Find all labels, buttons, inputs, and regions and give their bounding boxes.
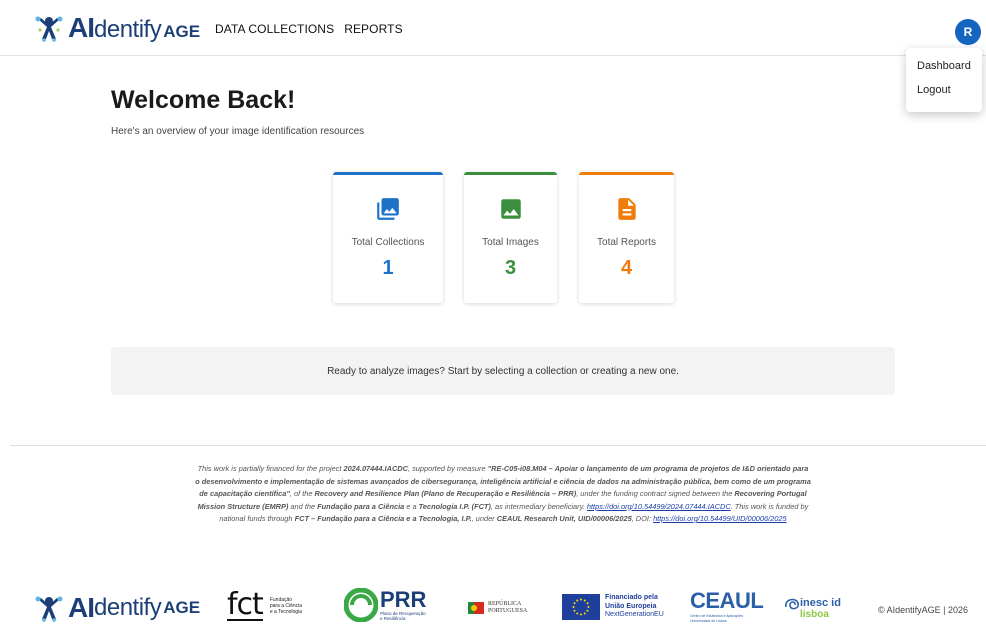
stat-card-collections[interactable]: Total Collections 1 [333,172,443,303]
stat-label: Total Reports [597,237,656,248]
funding-notice: This work is partially financed for the … [195,464,811,523]
stat-card-images[interactable]: Total Images 3 [464,172,557,303]
portugal-flag-icon [468,602,484,614]
page-title: Welcome Back! [111,86,296,114]
logo-ai-text: AI [68,12,95,43]
logo-age-text: AGE [163,22,201,41]
top-app-bar: AI dentify AGE DATA COLLECTIONS REPORTS … [0,0,986,56]
logo-dentify-text: dentify [94,594,162,621]
info-banner: Ready to analyze images? Start by select… [111,347,895,395]
collections-icon [374,195,402,223]
logo-ai-text: AI [68,592,95,623]
stat-value: 1 [382,257,394,279]
fct-logo-text: fct [227,587,264,622]
report-icon [613,195,641,223]
copyright-text: © AIdentifyAGE | 2026 [878,605,969,615]
stat-value: 3 [504,257,517,279]
user-menu: Dashboard Logout [906,48,982,112]
page-subtitle: Here's an overview of your image identif… [111,126,365,137]
ceaul-logo-text: CEAUL [690,588,764,613]
aidentifyage-logo[interactable]: AI dentify AGE [34,11,200,45]
footer-divider [10,445,986,446]
partner-logos: AI dentify AGE fct Fundação para a Ciênc… [0,586,986,628]
prr-logo-text: PRR [380,587,427,612]
doi-link-ceaul[interactable]: https://doi.org/10.54499/UID/00006/2025 [653,514,787,523]
stat-value: 4 [620,257,633,279]
fct-logo: fct Fundação para a Ciência e a Tecnolog… [227,587,303,622]
stat-label: Total Images [482,237,539,248]
logo-dentify-text: dentify [94,16,162,43]
eu-funding-logo: Financiado pela União Europeia NextGener… [562,594,664,620]
nav-reports[interactable]: REPORTS [344,22,403,36]
logo-figure-icon [34,13,64,43]
prr-emblem-icon [344,588,378,622]
inesc-id-logo: inesc id lisboa [782,590,841,620]
footer-aidentifyage-logo: AI dentify AGE [34,592,200,624]
doi-link-project[interactable]: https://doi.org/10.54499/2024.07444.IACD… [587,502,731,511]
stat-card-reports[interactable]: Total Reports 4 [579,172,674,303]
menu-item-logout[interactable]: Logout [906,78,982,102]
image-icon [497,195,525,223]
menu-item-dashboard[interactable]: Dashboard [906,54,982,78]
ceaul-logo: CEAUL Centro de Estatística e Aplicações… [690,588,764,623]
inesc-swirl-icon [785,598,800,610]
stat-label: Total Collections [351,237,425,248]
user-avatar-button[interactable]: R [955,19,981,45]
republica-portuguesa-logo: REPÚBLICA PORTUGUESA [468,600,527,616]
logo-age-text: AGE [163,598,201,617]
main-nav: DATA COLLECTIONS REPORTS [215,22,403,36]
nav-data-collections[interactable]: DATA COLLECTIONS [215,22,334,36]
eu-flag-icon [562,594,600,620]
prr-logo: PRR Plano de Recuperação e Resiliência [344,588,426,622]
logo-figure-icon [35,596,63,622]
